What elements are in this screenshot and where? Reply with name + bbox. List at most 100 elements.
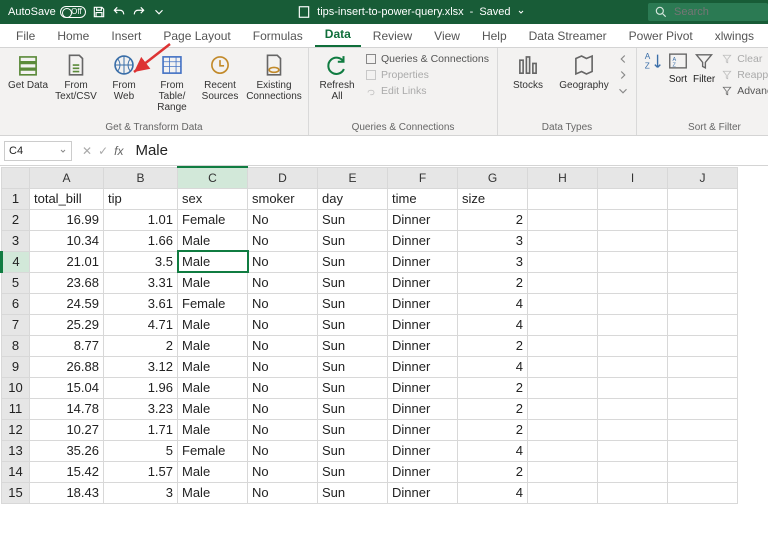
cell[interactable] xyxy=(528,419,598,440)
cell[interactable]: Sun xyxy=(318,272,388,293)
cell[interactable] xyxy=(528,335,598,356)
cell[interactable] xyxy=(528,188,598,209)
row-header[interactable]: 12 xyxy=(2,419,30,440)
col-header-B[interactable]: B xyxy=(104,167,178,188)
cell[interactable]: Dinner xyxy=(388,440,458,461)
cell[interactable]: 16.99 xyxy=(30,209,104,230)
cell[interactable]: 3 xyxy=(458,230,528,251)
cell[interactable] xyxy=(668,482,738,503)
cell[interactable] xyxy=(528,377,598,398)
cell[interactable] xyxy=(528,398,598,419)
row-header[interactable]: 3 xyxy=(2,230,30,251)
cell[interactable]: Dinner xyxy=(388,209,458,230)
geography-button[interactable]: Geography xyxy=(556,50,612,93)
cell[interactable]: Male xyxy=(178,356,248,377)
cell[interactable]: Male xyxy=(178,377,248,398)
cell[interactable]: Sun xyxy=(318,314,388,335)
cell[interactable]: Dinner xyxy=(388,230,458,251)
cell[interactable] xyxy=(528,314,598,335)
cell[interactable]: No xyxy=(248,482,318,503)
cell[interactable] xyxy=(668,461,738,482)
cell[interactable]: No xyxy=(248,230,318,251)
cell[interactable] xyxy=(668,335,738,356)
cell[interactable]: 10.34 xyxy=(30,230,104,251)
more-icon[interactable] xyxy=(616,84,630,98)
cell[interactable]: Male xyxy=(178,251,248,272)
cell[interactable]: 10.27 xyxy=(30,419,104,440)
cell[interactable]: 4 xyxy=(458,482,528,503)
row-header[interactable]: 13 xyxy=(2,440,30,461)
cell[interactable]: Sun xyxy=(318,251,388,272)
col-header-J[interactable]: J xyxy=(668,167,738,188)
cell[interactable]: 1.96 xyxy=(104,377,178,398)
col-header-A[interactable]: A xyxy=(30,167,104,188)
cell[interactable] xyxy=(668,440,738,461)
cell[interactable]: Dinner xyxy=(388,461,458,482)
cell[interactable]: No xyxy=(248,293,318,314)
cell[interactable] xyxy=(598,461,668,482)
chevron-left-icon[interactable] xyxy=(616,52,630,66)
cell[interactable]: No xyxy=(248,335,318,356)
cell[interactable] xyxy=(668,356,738,377)
cell[interactable]: Male xyxy=(178,482,248,503)
cell[interactable]: 15.04 xyxy=(30,377,104,398)
cell[interactable]: Dinner xyxy=(388,314,458,335)
cell[interactable]: smoker xyxy=(248,188,318,209)
col-header-E[interactable]: E xyxy=(318,167,388,188)
cell[interactable]: Sun xyxy=(318,419,388,440)
cell[interactable]: 2 xyxy=(458,419,528,440)
cell[interactable]: No xyxy=(248,356,318,377)
cell[interactable] xyxy=(668,272,738,293)
select-all-corner[interactable] xyxy=(2,167,30,188)
cell[interactable]: total_bill xyxy=(30,188,104,209)
cell[interactable] xyxy=(668,251,738,272)
cell[interactable]: 2 xyxy=(458,209,528,230)
cell[interactable]: No xyxy=(248,377,318,398)
cell[interactable] xyxy=(528,272,598,293)
row-header[interactable]: 7 xyxy=(2,314,30,335)
cell[interactable]: Sun xyxy=(318,461,388,482)
cell[interactable]: Sun xyxy=(318,398,388,419)
cell[interactable]: 1.57 xyxy=(104,461,178,482)
cell[interactable]: Sun xyxy=(318,230,388,251)
cell[interactable]: 3 xyxy=(104,482,178,503)
tab-insert[interactable]: Insert xyxy=(101,25,151,47)
cell[interactable]: 18.43 xyxy=(30,482,104,503)
cell[interactable]: Sun xyxy=(318,482,388,503)
fx-icon[interactable]: fx xyxy=(114,144,123,158)
from-text-csv-button[interactable]: From Text/CSV xyxy=(54,50,98,104)
cell[interactable] xyxy=(598,230,668,251)
cell[interactable] xyxy=(668,230,738,251)
cell[interactable]: Male xyxy=(178,398,248,419)
cell[interactable]: size xyxy=(458,188,528,209)
cell[interactable]: Dinner xyxy=(388,482,458,503)
cell[interactable]: Dinner xyxy=(388,377,458,398)
cell[interactable] xyxy=(668,398,738,419)
cell[interactable]: 35.26 xyxy=(30,440,104,461)
cell[interactable]: Dinner xyxy=(388,251,458,272)
formula-input[interactable] xyxy=(129,142,768,159)
row-header[interactable]: 14 xyxy=(2,461,30,482)
cell[interactable]: 2 xyxy=(458,377,528,398)
chevron-down-icon[interactable] xyxy=(152,5,166,19)
from-table-range-button[interactable]: From Table/ Range xyxy=(150,50,194,115)
cell[interactable]: Sun xyxy=(318,209,388,230)
save-icon[interactable] xyxy=(92,5,106,19)
cell[interactable] xyxy=(668,209,738,230)
tab-data-streamer[interactable]: Data Streamer xyxy=(519,25,617,47)
cell[interactable] xyxy=(668,293,738,314)
worksheet-grid[interactable]: ABCDEFGHIJ 1total_billtipsexsmokerdaytim… xyxy=(0,166,768,504)
tab-page-layout[interactable]: Page Layout xyxy=(153,25,240,47)
row-header[interactable]: 5 xyxy=(2,272,30,293)
cell[interactable]: 4 xyxy=(458,314,528,335)
cell[interactable]: 3.5 xyxy=(104,251,178,272)
cell[interactable]: Male xyxy=(178,335,248,356)
cell[interactable]: Dinner xyxy=(388,356,458,377)
cell[interactable]: 15.42 xyxy=(30,461,104,482)
col-header-H[interactable]: H xyxy=(528,167,598,188)
autosave-toggle[interactable]: AutoSave Off xyxy=(8,6,86,18)
cell[interactable]: 24.59 xyxy=(30,293,104,314)
filter-button[interactable]: Filter xyxy=(693,50,715,85)
row-header[interactable]: 4 xyxy=(2,251,30,272)
cell[interactable]: Male xyxy=(178,314,248,335)
